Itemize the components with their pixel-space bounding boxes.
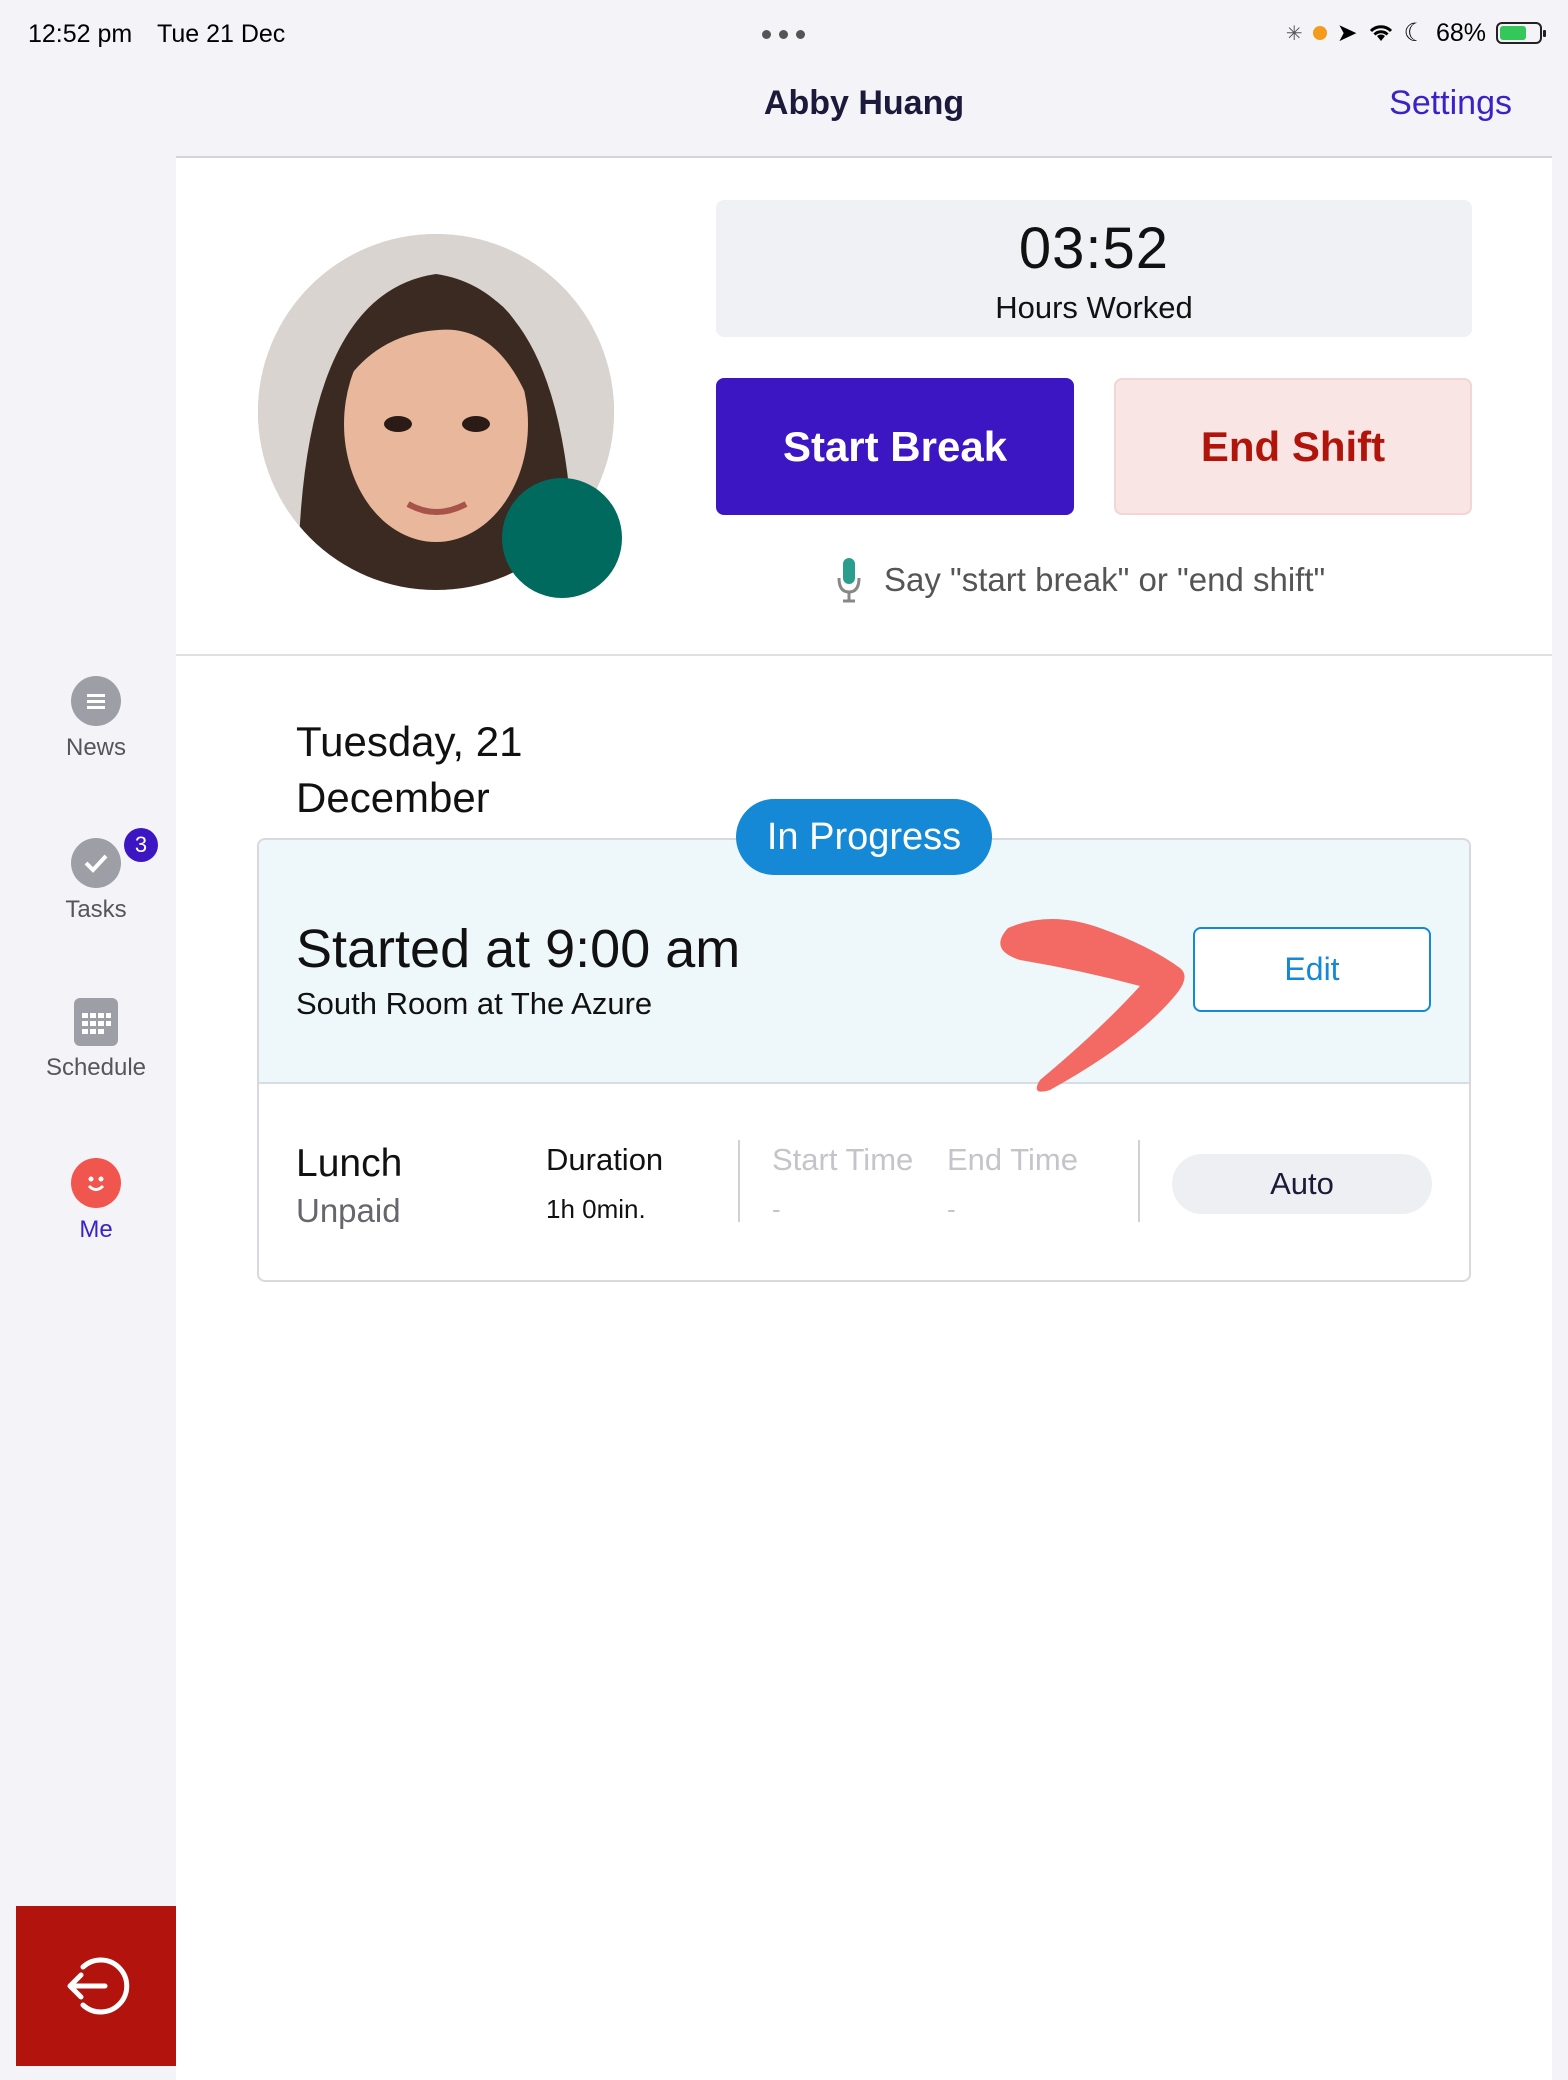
end-time-value: - [947, 1194, 956, 1224]
duration-label: Duration [546, 1142, 664, 1177]
status-indicators: ✳ ➤ ☾ 68% [1285, 18, 1546, 48]
duration-value: 1h 0min. [546, 1194, 646, 1224]
status-time: 12:52 pm [28, 20, 133, 48]
sidebar-item-schedule[interactable]: Schedule [0, 998, 192, 1082]
column-divider [738, 1140, 740, 1222]
status-date: Tue 21 Dec [157, 20, 286, 48]
annotation-arrow-icon [1000, 919, 1185, 1092]
multitasking-dots-icon[interactable] [762, 30, 805, 39]
break-name: Lunch [296, 1142, 403, 1185]
recording-dot-icon [1312, 26, 1327, 40]
sidebar-item-me[interactable]: Me [0, 1158, 192, 1244]
voice-hint: Say "start break" or "end shift" [836, 556, 1325, 604]
sidebar-item-news[interactable]: News [0, 676, 192, 762]
end-shift-button[interactable]: End Shift [1114, 378, 1472, 515]
column-divider [1138, 1140, 1140, 1222]
start-time-label: Start Time [772, 1142, 914, 1177]
break-type: Unpaid [296, 1192, 401, 1229]
chat-bubble-icon [71, 676, 121, 726]
sidebar-item-label: News [65, 734, 126, 761]
shift-location: South Room at The Azure [296, 986, 653, 1021]
sidebar-item-label: Tasks [65, 896, 127, 923]
battery-icon [1496, 22, 1546, 44]
sidebar-item-label: Me [79, 1216, 113, 1243]
logout-icon [67, 1957, 130, 2015]
sidebar-item-tasks[interactable]: Tasks [0, 838, 192, 924]
microphone-icon[interactable] [836, 556, 862, 604]
page-title: Abby Huang [763, 84, 965, 122]
location-arrow-icon: ➤ [1336, 19, 1358, 47]
hours-worked-card: 03:52 Hours Worked [716, 200, 1472, 337]
sidebar-item-label: Schedule [45, 1054, 147, 1081]
voice-hint-text: Say "start break" or "end shift" [884, 561, 1326, 598]
logout-button[interactable] [16, 1906, 176, 2066]
shift-card [257, 838, 1471, 1282]
hours-worked-value: 03:52 [1018, 216, 1170, 281]
settings-link[interactable]: Settings [1389, 84, 1512, 123]
shift-start-time: Started at 9:00 am [296, 919, 741, 979]
start-time-value: - [772, 1194, 781, 1224]
auto-break-button[interactable]: Auto [1172, 1154, 1432, 1214]
start-break-button[interactable]: Start Break [716, 378, 1074, 515]
smiley-icon [71, 1158, 121, 1208]
hours-worked-label: Hours Worked [995, 290, 1193, 325]
loading-spinner-icon: ✳ [1285, 22, 1303, 45]
battery-percent: 68% [1435, 18, 1486, 47]
calendar-icon [74, 998, 118, 1046]
check-circle-icon [71, 838, 121, 888]
shift-date-heading: Tuesday, 21 December [296, 718, 523, 821]
edit-shift-button[interactable]: Edit [1193, 927, 1431, 1012]
presence-status-dot [502, 478, 622, 598]
section-divider [176, 654, 1552, 656]
wifi-icon [1369, 25, 1392, 41]
status-badge: In Progress [736, 799, 992, 875]
header-divider [176, 156, 1552, 158]
tasks-count-badge: 3 [124, 828, 158, 862]
moon-icon: ☾ [1403, 19, 1426, 47]
end-time-label: End Time [947, 1142, 1078, 1177]
